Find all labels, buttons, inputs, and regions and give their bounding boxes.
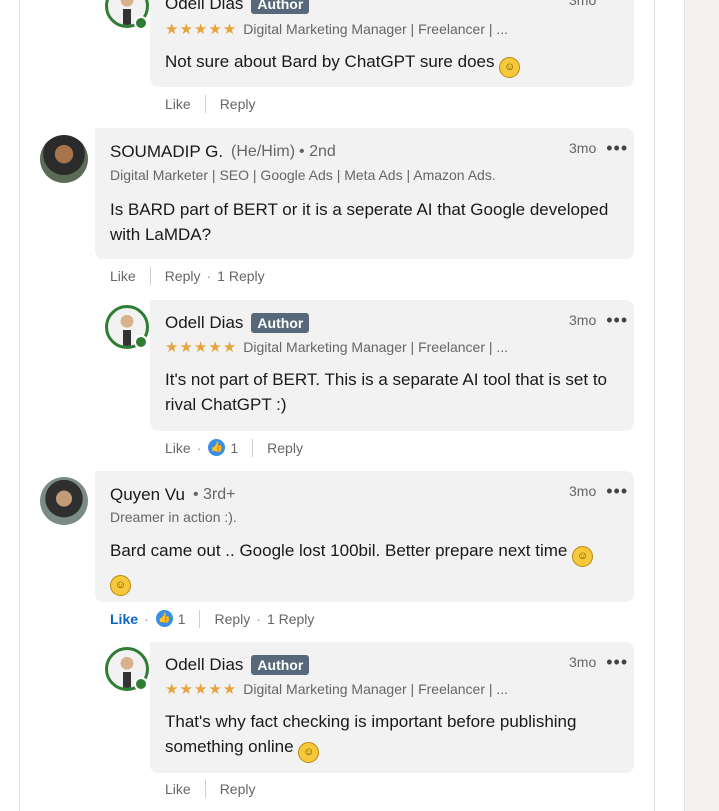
- like-button[interactable]: Like: [165, 781, 191, 797]
- headline-text: Digital Marketing Manager | Freelancer |…: [243, 21, 509, 37]
- comment-text: That's why fact checking is important be…: [165, 709, 625, 763]
- comment-time: 3mo: [569, 0, 596, 8]
- author-badge: Author: [251, 313, 310, 333]
- commenter-headline: ★★★★★ Digital Marketing Manager | Freela…: [165, 20, 508, 38]
- comment-time: 3mo •••: [569, 653, 628, 671]
- separator-dot: ·: [144, 610, 149, 627]
- like-button[interactable]: Like: [110, 611, 138, 627]
- reply-button[interactable]: Reply: [165, 268, 201, 284]
- commenter-name[interactable]: Odell Dias: [165, 655, 243, 675]
- reply-button[interactable]: Reply: [214, 611, 250, 627]
- commenter-headline: ★★★★★ Digital Marketing Manager | Freela…: [165, 680, 508, 698]
- time-text: 3mo: [569, 483, 597, 499]
- more-horizontal-icon[interactable]: •••: [606, 139, 628, 157]
- time-text: 3mo: [569, 0, 597, 8]
- commenter-headline: Dreamer in action :).: [110, 509, 237, 525]
- divider: [149, 267, 151, 285]
- laughing-emoji-icon: ☺: [499, 57, 521, 78]
- avatar[interactable]: [40, 477, 88, 525]
- commenter-name[interactable]: Odell Dias: [165, 0, 243, 14]
- time-text: 3mo: [569, 312, 597, 328]
- headline-text: Digital Marketer | SEO | Google Ads | Me…: [110, 167, 496, 183]
- commenter-headline: ★★★★★ Digital Marketing Manager | Freela…: [165, 338, 508, 356]
- thumbs-up-icon: 👍: [154, 609, 174, 628]
- rofl-emoji-icon: ☺: [572, 546, 594, 567]
- reply-button[interactable]: Reply: [267, 440, 303, 456]
- comment-text: Is BARD part of BERT or it is a seperate…: [110, 200, 609, 244]
- author-badge: Author: [251, 655, 310, 675]
- divider: [199, 609, 201, 628]
- comment-time: 3mo •••: [569, 482, 628, 500]
- rofl-emoji-icon: ☺: [110, 575, 131, 596]
- commenter-info: Odell Dias Author: [165, 655, 310, 675]
- comment-text: Bard came out .. Google lost 100bil. Bet…: [110, 538, 615, 596]
- like-count[interactable]: 1: [178, 611, 186, 627]
- headline-text: Dreamer in action :).: [110, 509, 237, 525]
- comment-text-content: Bard came out .. Google lost 100bil. Bet…: [110, 541, 568, 560]
- right-rail-background: [684, 0, 719, 811]
- comment-text-content: Not sure about Bard by ChatGPT sure does: [165, 52, 495, 71]
- connection-degree: • 3rd+: [192, 486, 236, 503]
- separator-dot: ·: [256, 610, 261, 627]
- time-text: 3mo: [569, 654, 597, 670]
- comment-actions: Like Reply: [165, 95, 255, 113]
- headline-text: Digital Marketing Manager | Freelancer |…: [243, 339, 509, 355]
- like-button[interactable]: Like: [110, 268, 136, 284]
- reply-button[interactable]: Reply: [220, 96, 256, 112]
- time-text: 3mo: [569, 140, 597, 156]
- headline-text: Digital Marketing Manager | Freelancer |…: [243, 681, 509, 697]
- more-horizontal-icon[interactable]: •••: [606, 653, 628, 671]
- commenter-info: Odell Dias Author: [165, 313, 310, 333]
- commenter-pronoun: (He/Him): [231, 143, 296, 160]
- reply-button[interactable]: Reply: [220, 781, 256, 797]
- divider: [204, 780, 206, 798]
- connection-degree: • 2nd: [299, 143, 336, 160]
- comment-actions: Like Reply: [165, 780, 255, 798]
- more-horizontal-icon[interactable]: •••: [606, 311, 628, 329]
- separator-dot: ·: [206, 268, 212, 284]
- comment-text-content: That's why fact checking is important be…: [165, 712, 577, 756]
- commenter-info: Quyen Vu • 3rd+: [110, 485, 236, 505]
- online-status-icon: [134, 16, 148, 30]
- comment-time: 3mo •••: [569, 311, 628, 329]
- divider: [252, 438, 254, 457]
- card-border-right: [654, 0, 655, 811]
- separator-dot: ·: [196, 439, 202, 456]
- commenter-name[interactable]: Odell Dias: [165, 313, 243, 333]
- commenter-info: SOUMADIP G. (He/Him) • 2nd: [110, 142, 336, 162]
- commenter-name[interactable]: SOUMADIP G.: [110, 142, 223, 162]
- comment-actions: Like · 👍 1 Reply · 1 Reply: [110, 609, 314, 628]
- stars-icon: ★★★★★: [165, 21, 238, 38]
- like-count[interactable]: 1: [230, 440, 238, 456]
- commenter-name[interactable]: Quyen Vu: [110, 485, 185, 505]
- like-button[interactable]: Like: [165, 96, 191, 112]
- like-button[interactable]: Like: [165, 440, 191, 456]
- divider: [204, 95, 206, 113]
- laughing-emoji-icon: ☺: [298, 742, 320, 763]
- online-status-icon: [134, 335, 148, 349]
- avatar[interactable]: [40, 135, 88, 183]
- reply-count-link[interactable]: 1 Reply: [217, 268, 264, 284]
- commenter-headline: Digital Marketer | SEO | Google Ads | Me…: [110, 167, 496, 183]
- card-border-left: [19, 0, 20, 811]
- online-status-icon: [134, 677, 148, 691]
- comment-text: It's not part of BERT. This is a separat…: [165, 370, 608, 414]
- stars-icon: ★★★★★: [165, 339, 238, 356]
- author-badge: Author: [251, 0, 310, 14]
- comment-time: 3mo •••: [569, 139, 628, 157]
- thumbs-up-icon: 👍: [207, 438, 227, 457]
- reply-count-link[interactable]: 1 Reply: [267, 611, 314, 627]
- comment-actions: Like Reply · 1 Reply: [110, 267, 265, 285]
- comment-actions: Like · 👍 1 Reply: [165, 438, 303, 457]
- comment-text: Not sure about Bard by ChatGPT sure does…: [165, 49, 625, 78]
- commenter-info: Odell Dias Author: [165, 0, 310, 14]
- stars-icon: ★★★★★: [165, 681, 238, 698]
- more-horizontal-icon[interactable]: •••: [606, 482, 628, 500]
